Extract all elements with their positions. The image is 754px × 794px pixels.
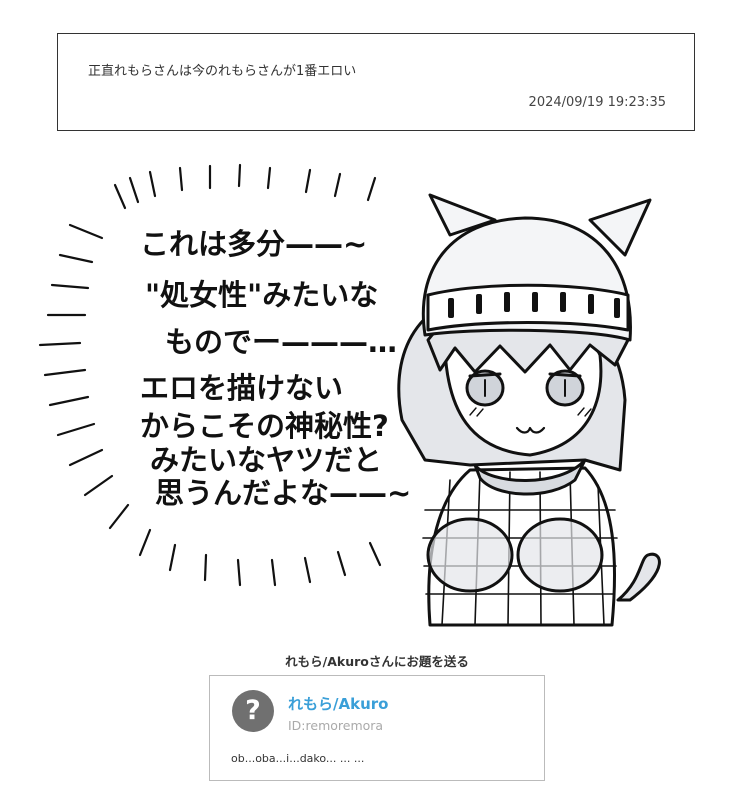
dialogue-line-5: からこその神秘性?	[140, 409, 389, 443]
dialogue-line-7: 思うんだよな——~	[155, 476, 411, 510]
profile-id: ID:remoremora	[288, 718, 384, 733]
dialogue-line-1: これは多分——~	[140, 227, 367, 261]
character-figure	[397, 193, 661, 627]
dialogue-text: これは多分——~ "処女性"みたいな ものでー———… エロを描けない からこそ…	[140, 227, 411, 510]
question-text: 正直れもらさんは今のれもらさんが1番エロい	[88, 64, 357, 79]
question-card: 正直れもらさんは今のれもらさんが1番エロい 2024/09/19 19:23:3…	[57, 33, 695, 131]
avatar: ?	[232, 690, 274, 732]
answer-illustration: これは多分——~ "処女性"みたいな ものでー———… エロを描けない からこそ…	[38, 163, 661, 627]
dialogue-line-2: "処女性"みたいな	[145, 278, 378, 312]
send-question-heading: れもら/Akuroさんにお題を送る	[285, 654, 469, 669]
dialogue-line-3: ものでー———…	[165, 325, 397, 359]
dialogue-line-4: エロを描けない	[140, 371, 343, 405]
profile-bio: ob...oba...i...dako... ... ...	[231, 752, 365, 765]
dialogue-line-6: みたいなヤツだと	[150, 443, 382, 477]
profile-card[interactable]: ? れもら/Akuro ID:remoremora ob...oba...i..…	[209, 675, 545, 781]
question-timestamp: 2024/09/19 19:23:35	[528, 95, 666, 110]
profile-name-link[interactable]: れもら/Akuro	[288, 693, 388, 714]
